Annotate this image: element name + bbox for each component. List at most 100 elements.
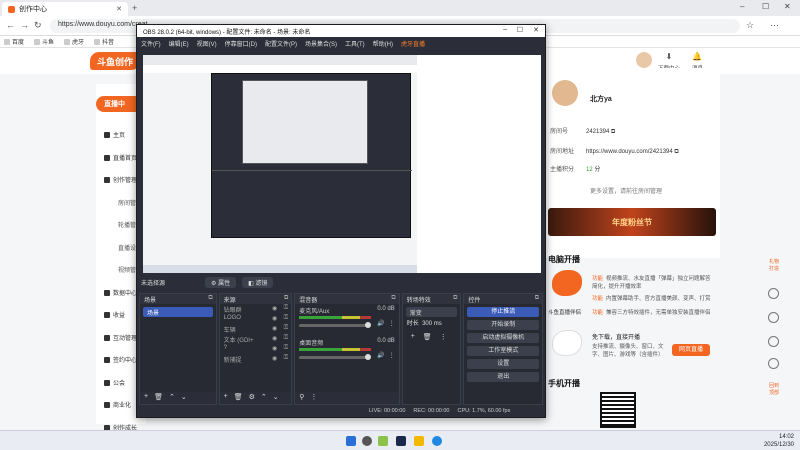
gear-icon[interactable]: ⚙	[249, 393, 255, 403]
speaker-icon[interactable]: 🔊	[377, 320, 384, 327]
source-item[interactable]: 文本 (GDI+ ◉ ⚿	[220, 334, 292, 344]
sidebar-item[interactable]: 公会	[104, 378, 125, 387]
filters-button[interactable]: ◧ 滤镜	[242, 276, 274, 288]
copy-icon[interactable]: ⧉	[611, 129, 615, 135]
promo-banner[interactable]: 年度粉丝节	[548, 208, 716, 236]
scene-item[interactable]: 场景	[143, 307, 213, 317]
sidebar-item[interactable]: 主页	[104, 130, 125, 139]
folder-icon[interactable]	[414, 436, 424, 446]
back-to-top[interactable]: 回到 顶部	[764, 382, 784, 396]
virtual-camera-button[interactable]: 启动虚拟摄像机	[467, 333, 539, 343]
trash-icon[interactable]: 🗑	[234, 393, 243, 403]
properties-button[interactable]: ⚙ 属性	[205, 276, 237, 288]
add-icon[interactable]: +	[144, 393, 148, 403]
bookmark-item[interactable]: 虎牙	[64, 37, 84, 46]
bookmark-item[interactable]: 斗鱼	[34, 37, 54, 46]
search-icon[interactable]	[362, 436, 372, 446]
web-live-button[interactable]: 网页直播	[672, 344, 710, 356]
up-icon[interactable]: ⌃	[169, 393, 175, 403]
bell-icon[interactable]: 🔔	[690, 52, 704, 61]
menu-edit[interactable]: 编辑(E)	[169, 39, 189, 48]
trash-icon[interactable]: 🗑	[423, 333, 432, 341]
duration-field[interactable]: 时长 300 ms	[403, 317, 461, 327]
add-icon[interactable]: +	[411, 333, 415, 341]
up-icon[interactable]: ⌃	[261, 393, 267, 403]
forward-icon[interactable]: →	[20, 20, 29, 30]
source-item[interactable]: ? ◉ ⚿	[220, 344, 292, 354]
source-item[interactable]: 新捕捉 ◉ ⚿	[220, 354, 292, 364]
more-icon[interactable]: ⋮	[440, 333, 447, 341]
more-icon[interactable]: ⋮	[389, 320, 395, 327]
bookmark-item[interactable]: 百度	[4, 37, 24, 46]
menu-tools[interactable]: 工具(T)	[345, 39, 365, 48]
source-item[interactable]: 钻眼群 ◉ ⚿	[220, 304, 292, 314]
windows-start-icon[interactable]	[346, 436, 356, 446]
transition-select[interactable]: 渐变	[405, 307, 458, 317]
menu-file[interactable]: 文件(F)	[141, 39, 161, 48]
start-recording-button[interactable]: 开始录制	[467, 320, 539, 330]
menu-docks[interactable]: 停靠窗口(D)	[225, 39, 257, 48]
feedback-icon[interactable]	[768, 312, 779, 323]
refresh-icon[interactable]: ↻	[34, 20, 42, 31]
link-icon[interactable]: ⚲	[299, 393, 304, 403]
speaker-icon[interactable]: 🔊	[377, 352, 384, 359]
undock-icon[interactable]: ⧉	[391, 295, 395, 302]
add-icon[interactable]: +	[224, 393, 228, 403]
sidebar-item[interactable]: 数据中心	[104, 288, 137, 297]
help-icon[interactable]	[768, 288, 779, 299]
copy-icon[interactable]: ⧉	[674, 149, 678, 155]
chat-icon[interactable]	[768, 358, 779, 369]
stop-stream-button[interactable]: 停止推流	[467, 307, 539, 317]
headset-icon[interactable]	[768, 336, 779, 347]
app-icon[interactable]	[378, 436, 388, 446]
sidebar-item[interactable]: 签约中心	[104, 355, 137, 364]
obs-preview[interactable]	[143, 55, 417, 273]
sidebar-item[interactable]: 收益	[104, 310, 125, 319]
undock-icon[interactable]: ⧉	[208, 295, 212, 302]
maximize-icon[interactable]: ☐	[762, 2, 769, 11]
rail-gift[interactable]: 礼物 打造	[764, 258, 784, 272]
minimize-icon[interactable]: –	[503, 26, 507, 33]
close-window-icon[interactable]: ✕	[784, 2, 791, 11]
close-window-icon[interactable]: ✕	[533, 26, 539, 34]
source-item[interactable]: LOGO ◉ ⚿	[220, 314, 292, 324]
down-icon[interactable]: ⌄	[273, 393, 279, 403]
bookmark-item[interactable]: 抖音	[94, 37, 114, 46]
undock-icon[interactable]: ⧉	[453, 295, 457, 302]
more-settings-link[interactable]: 更多设置，请前往房间管理	[590, 186, 662, 195]
avatar[interactable]	[552, 80, 578, 106]
menu-scene-collection[interactable]: 场景集合(S)	[305, 39, 337, 48]
more-icon[interactable]: ⋮	[310, 393, 317, 403]
new-tab-button[interactable]: +	[132, 3, 137, 13]
menu-help[interactable]: 帮助(H)	[373, 39, 393, 48]
volume-slider[interactable]	[299, 322, 372, 328]
obs-icon[interactable]	[396, 436, 406, 446]
maximize-icon[interactable]: ☐	[517, 26, 523, 34]
undock-icon[interactable]: ⧉	[535, 295, 539, 302]
sidebar-item[interactable]: 直播首页	[104, 153, 137, 162]
avatar[interactable]	[636, 52, 652, 68]
menu-view[interactable]: 视图(V)	[197, 39, 217, 48]
exit-button[interactable]: 退出	[467, 372, 539, 382]
sidebar-item[interactable]: 创作管理	[104, 175, 137, 184]
more-icon[interactable]: ⋯	[770, 20, 779, 31]
undock-icon[interactable]: ⧉	[284, 295, 288, 302]
more-icon[interactable]: ⋮	[389, 352, 395, 359]
star-icon[interactable]: ☆	[746, 20, 754, 31]
douyu-logo[interactable]: 斗鱼创作	[90, 52, 140, 70]
back-icon[interactable]: ←	[6, 20, 15, 30]
source-item[interactable]: 车辆 ◉ ⚿	[220, 324, 292, 334]
minimize-icon[interactable]: –	[740, 2, 744, 11]
sidebar-item[interactable]: 互动管理	[104, 333, 137, 342]
menu-profile[interactable]: 配置文件(P)	[265, 39, 297, 48]
settings-button[interactable]: 设置	[467, 359, 539, 369]
studio-mode-button[interactable]: 工作室模式	[467, 346, 539, 356]
menu-huya[interactable]: 虎牙直播	[401, 39, 425, 48]
download-icon[interactable]: ⬇	[662, 52, 676, 61]
volume-slider[interactable]	[299, 354, 372, 360]
close-tab-icon[interactable]: ✕	[116, 5, 122, 13]
down-icon[interactable]: ⌄	[181, 393, 187, 403]
browser-tab[interactable]: 创作中心 ✕	[2, 2, 128, 16]
edge-icon[interactable]	[432, 436, 442, 446]
sidebar-item[interactable]: 商业化	[104, 400, 131, 409]
